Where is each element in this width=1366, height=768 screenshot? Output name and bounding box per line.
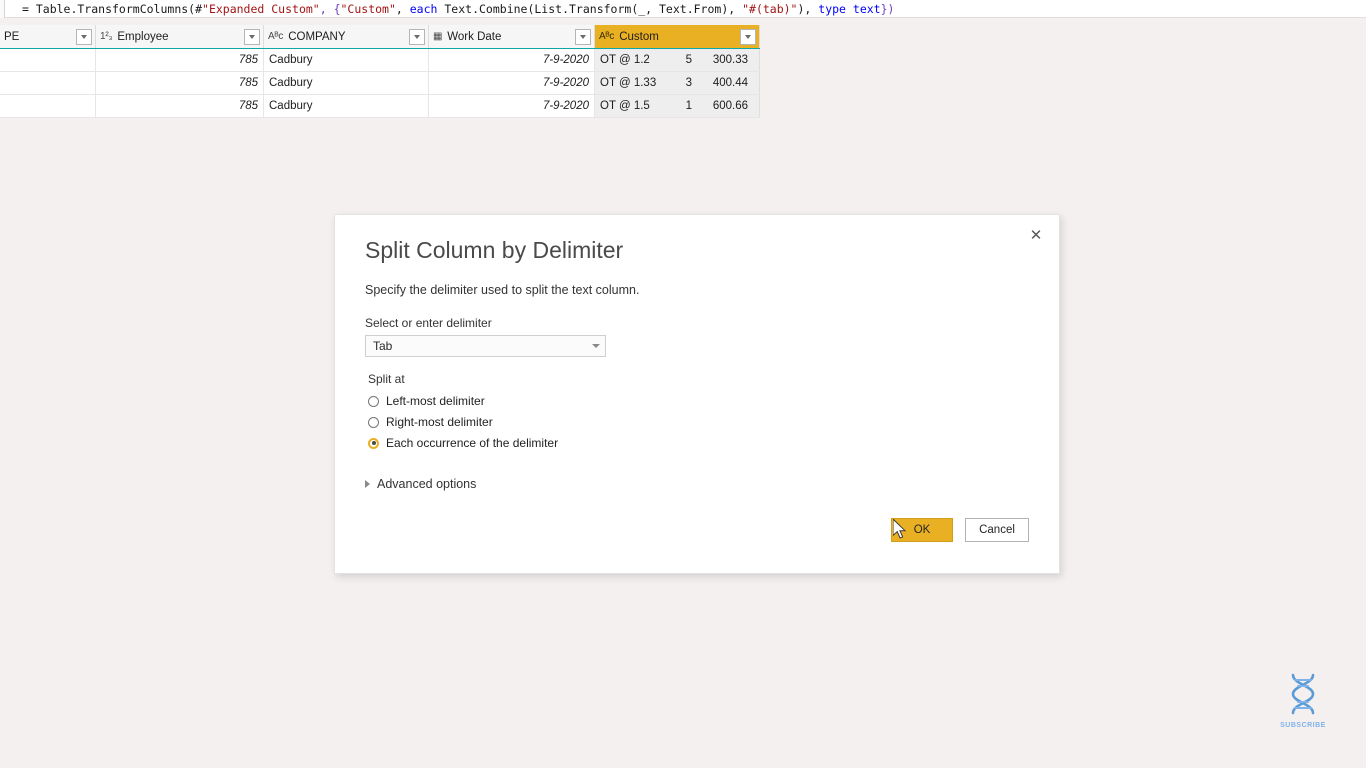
advanced-options-label: Advanced options (377, 477, 476, 491)
chevron-down-icon (81, 35, 87, 39)
table-row[interactable]: 785Cadbury7-9-2020OT @ 1.51600.66 (0, 95, 760, 118)
cell-custom-part-2: 1 (666, 100, 692, 112)
cell-employee[interactable]: 785 (96, 95, 264, 117)
delimiter-dropdown-value: Tab (366, 339, 587, 353)
column-header-label: Employee (117, 31, 244, 43)
cell-type[interactable] (0, 95, 96, 117)
column-filter-button[interactable] (409, 29, 425, 45)
column-header-pe[interactable]: PE (0, 25, 96, 48)
subscribe-watermark[interactable]: SUBSCRIBE (1272, 672, 1334, 729)
radio-icon (368, 396, 379, 407)
column-header-work-date[interactable]: ▦ Work Date (429, 25, 595, 48)
close-icon[interactable]: ✕ (1019, 221, 1053, 249)
radio-right-most-delimiter[interactable]: Right-most delimiter (368, 414, 493, 430)
dna-helix-icon (1280, 672, 1326, 716)
column-type-icon: 1²₃ (100, 31, 112, 42)
chevron-down-icon (414, 35, 420, 39)
cancel-button[interactable]: Cancel (965, 518, 1029, 542)
table-row[interactable]: 785Cadbury7-9-2020OT @ 1.25300.33 (0, 49, 760, 72)
cell-custom[interactable]: OT @ 1.51600.66 (595, 95, 760, 117)
split-column-dialog: ✕ Split Column by Delimiter Specify the … (334, 214, 1060, 574)
column-header-employee[interactable]: 1²₃ Employee (96, 25, 264, 48)
column-type-icon: ▦ (433, 31, 442, 42)
chevron-down-icon (249, 35, 255, 39)
advanced-options-expander[interactable]: Advanced options (365, 477, 476, 491)
subscribe-label: SUBSCRIBE (1272, 722, 1334, 729)
cell-work-date[interactable]: 7-9-2020 (429, 49, 595, 71)
cell-work-date[interactable]: 7-9-2020 (429, 95, 595, 117)
ok-button[interactable]: OK (891, 518, 953, 542)
cell-custom-part-1: OT @ 1.33 (600, 77, 666, 89)
cell-company[interactable]: Cadbury (264, 49, 429, 71)
chevron-down-icon (587, 344, 605, 348)
column-filter-button[interactable] (76, 29, 92, 45)
delimiter-dropdown[interactable]: Tab (365, 335, 606, 357)
column-filter-button[interactable] (740, 29, 756, 45)
radio-left-most-delimiter[interactable]: Left-most delimiter (368, 393, 485, 409)
cell-custom-part-3: 600.66 (692, 100, 748, 112)
dialog-title: Split Column by Delimiter (365, 237, 623, 264)
radio-each-occurrence-of-the-delimiter[interactable]: Each occurrence of the delimiter (368, 435, 558, 451)
cell-type[interactable] (0, 49, 96, 71)
column-header-label: COMPANY (288, 31, 409, 43)
split-at-label: Split at (368, 372, 405, 386)
chevron-down-icon (580, 35, 586, 39)
cell-employee[interactable]: 785 (96, 49, 264, 71)
column-header-custom[interactable]: Aᴮᴄ Custom (595, 25, 760, 48)
cell-employee[interactable]: 785 (96, 72, 264, 94)
radio-label: Left-most delimiter (386, 394, 485, 408)
radio-icon (368, 417, 379, 428)
cell-custom-part-3: 400.44 (692, 77, 748, 89)
column-header-label: Work Date (447, 31, 575, 43)
dialog-subtitle: Specify the delimiter used to split the … (365, 283, 639, 297)
cell-custom-part-1: OT @ 1.2 (600, 54, 666, 66)
cell-work-date[interactable]: 7-9-2020 (429, 72, 595, 94)
formula-bar-gutter (0, 0, 5, 18)
column-header-company[interactable]: Aᴮᴄ COMPANY (264, 25, 429, 48)
column-type-icon: Aᴮᴄ (599, 31, 614, 42)
chevron-down-icon (745, 35, 751, 39)
column-filter-button[interactable] (244, 29, 260, 45)
grid-body: 785Cadbury7-9-2020OT @ 1.25300.33785Cadb… (0, 49, 760, 118)
chevron-right-icon (365, 480, 370, 488)
column-type-icon: Aᴮᴄ (268, 31, 283, 42)
table-row[interactable]: 785Cadbury7-9-2020OT @ 1.333400.44 (0, 72, 760, 95)
column-header-label: PE (4, 31, 76, 43)
cell-custom[interactable]: OT @ 1.333400.44 (595, 72, 760, 94)
cell-custom-part-3: 300.33 (692, 54, 748, 66)
cell-company[interactable]: Cadbury (264, 72, 429, 94)
radio-label: Right-most delimiter (386, 415, 493, 429)
data-grid: PE 1²₃ Employee Aᴮᴄ COMPANY ▦ Work Date Aᴮᴄ Cust… (0, 25, 760, 118)
cell-company[interactable]: Cadbury (264, 95, 429, 117)
formula-text[interactable]: = Table.TransformColumns(#"Expanded Cust… (22, 1, 894, 17)
grid-header-row: PE 1²₃ Employee Aᴮᴄ COMPANY ▦ Work Date Aᴮᴄ Cust… (0, 25, 760, 49)
cell-custom-part-2: 5 (666, 54, 692, 66)
column-filter-button[interactable] (575, 29, 591, 45)
column-header-label: Custom (619, 31, 740, 43)
radio-label: Each occurrence of the delimiter (386, 436, 558, 450)
cell-custom-part-1: OT @ 1.5 (600, 100, 666, 112)
cell-custom-part-2: 3 (666, 77, 692, 89)
radio-icon-selected (368, 438, 379, 449)
cell-type[interactable] (0, 72, 96, 94)
cell-custom[interactable]: OT @ 1.25300.33 (595, 49, 760, 71)
delimiter-field-label: Select or enter delimiter (365, 316, 492, 330)
formula-bar[interactable]: = Table.TransformColumns(#"Expanded Cust… (0, 0, 1366, 18)
